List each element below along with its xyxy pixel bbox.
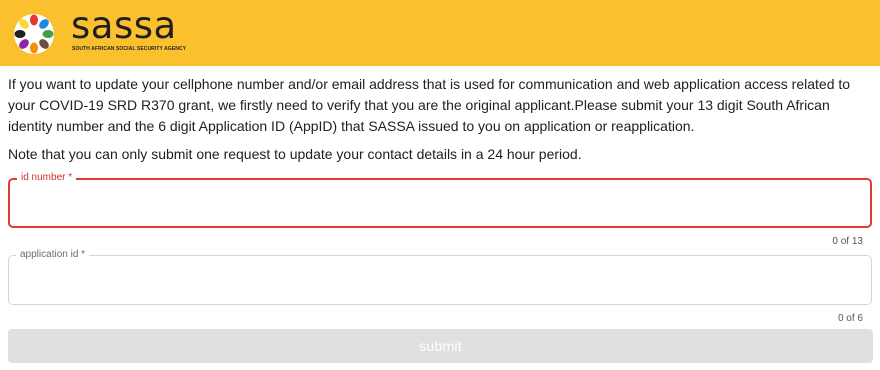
note-paragraph: Note that you can only submit one reques…: [8, 146, 582, 162]
hands-circle-logo-icon: [14, 14, 54, 54]
brand-name: sassa: [71, 4, 177, 47]
id-number-field: id number *: [8, 171, 872, 228]
application-id-counter: 0 of 6: [837, 313, 863, 324]
site-header: sassa SOUTH AFRICAN SOCIAL SECURITY AGEN…: [0, 0, 880, 66]
intro-paragraph: If you want to update your cellphone num…: [8, 76, 851, 134]
submit-button[interactable]: submit: [8, 329, 873, 363]
id-number-counter: 0 of 13: [832, 236, 863, 247]
brand-subtitle: SOUTH AFRICAN SOCIAL SECURITY AGENCY: [72, 46, 187, 52]
application-id-field: application id *: [8, 248, 872, 305]
id-number-input[interactable]: [10, 180, 870, 226]
application-id-input[interactable]: [9, 256, 871, 304]
